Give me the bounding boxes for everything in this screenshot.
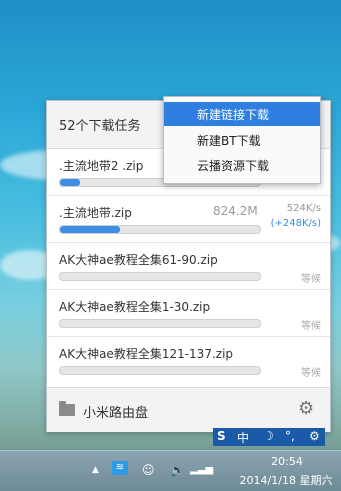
folder-icon[interactable] — [59, 401, 75, 416]
download-item[interactable]: AK大神ae教程全集61-90.zip 等候 — [47, 243, 330, 290]
progress-bar — [59, 319, 261, 328]
progress-bar — [59, 366, 261, 375]
progress-fill — [60, 226, 120, 233]
network-signal-icon[interactable]: ▂▃▅ — [190, 463, 213, 477]
download-name: .主流地带.zip — [59, 206, 132, 220]
progress-fill — [60, 179, 80, 186]
menu-item-cloud-resource-download[interactable]: 云播资源下载 — [164, 153, 320, 177]
panel-footer: 小米路由盘 ⚙ — [47, 387, 330, 432]
download-status: 等候 — [301, 321, 321, 332]
router-disk-label[interactable]: 小米路由盘 — [83, 402, 148, 421]
menu-item-new-link-download[interactable]: 新建链接下载 — [164, 102, 320, 126]
download-name: .主流地带2 .zip — [59, 159, 144, 173]
clock-time[interactable]: 20:54 — [257, 455, 317, 468]
ime-toolbar[interactable]: S 中 ☽ °, ⚙ — [213, 428, 325, 446]
menu-item-new-bt-download[interactable]: 新建BT下载 — [164, 128, 320, 152]
menu-item-label: 云播资源下载 — [197, 159, 270, 173]
ime-lang[interactable]: 中 — [237, 429, 249, 446]
download-item[interactable]: .主流地带.zip 824.2M 524K/s (+248K/s) — [47, 196, 330, 243]
volume-icon[interactable]: 🔈 — [170, 463, 185, 477]
download-name: AK大神ae教程全集61-90.zip — [59, 253, 218, 267]
show-hidden-icons-icon[interactable]: ▲ — [92, 463, 99, 477]
progress-bar — [59, 272, 261, 281]
download-status: 等候 — [301, 274, 321, 285]
ime-punct[interactable]: °, — [285, 429, 295, 443]
gear-icon[interactable]: ⚙ — [298, 400, 314, 418]
download-size: 824.2M — [213, 204, 258, 218]
settings-icon[interactable]: ⚙ — [309, 429, 320, 443]
ime-logo-icon[interactable]: S — [217, 429, 226, 443]
new-download-menu: 新建链接下载 新建BT下载 云播资源下载 — [163, 96, 321, 184]
download-status: 等候 — [301, 368, 321, 379]
download-item[interactable]: AK大神ae教程全集1-30.zip 等候 — [47, 290, 330, 337]
users-icon[interactable]: ☺ — [142, 463, 155, 477]
wifi-icon[interactable]: ≋ — [112, 461, 128, 475]
download-name: AK大神ae教程全集1-30.zip — [59, 300, 211, 314]
panel-title: 52个下载任务 — [59, 119, 141, 134]
download-item[interactable]: AK大神ae教程全集121-137.zip 等候 — [47, 337, 330, 383]
download-speed: 524K/s — [286, 203, 321, 214]
progress-bar — [59, 225, 261, 234]
menu-item-label: 新建链接下载 — [197, 108, 270, 122]
download-speed-boost: (+248K/s) — [270, 218, 321, 229]
menu-item-label: 新建BT下载 — [197, 134, 261, 148]
download-name: AK大神ae教程全集121-137.zip — [59, 347, 234, 361]
clock-date[interactable]: 2014/1/18 星期六 — [236, 472, 336, 488]
ime-mode[interactable]: ☽ — [263, 429, 274, 443]
